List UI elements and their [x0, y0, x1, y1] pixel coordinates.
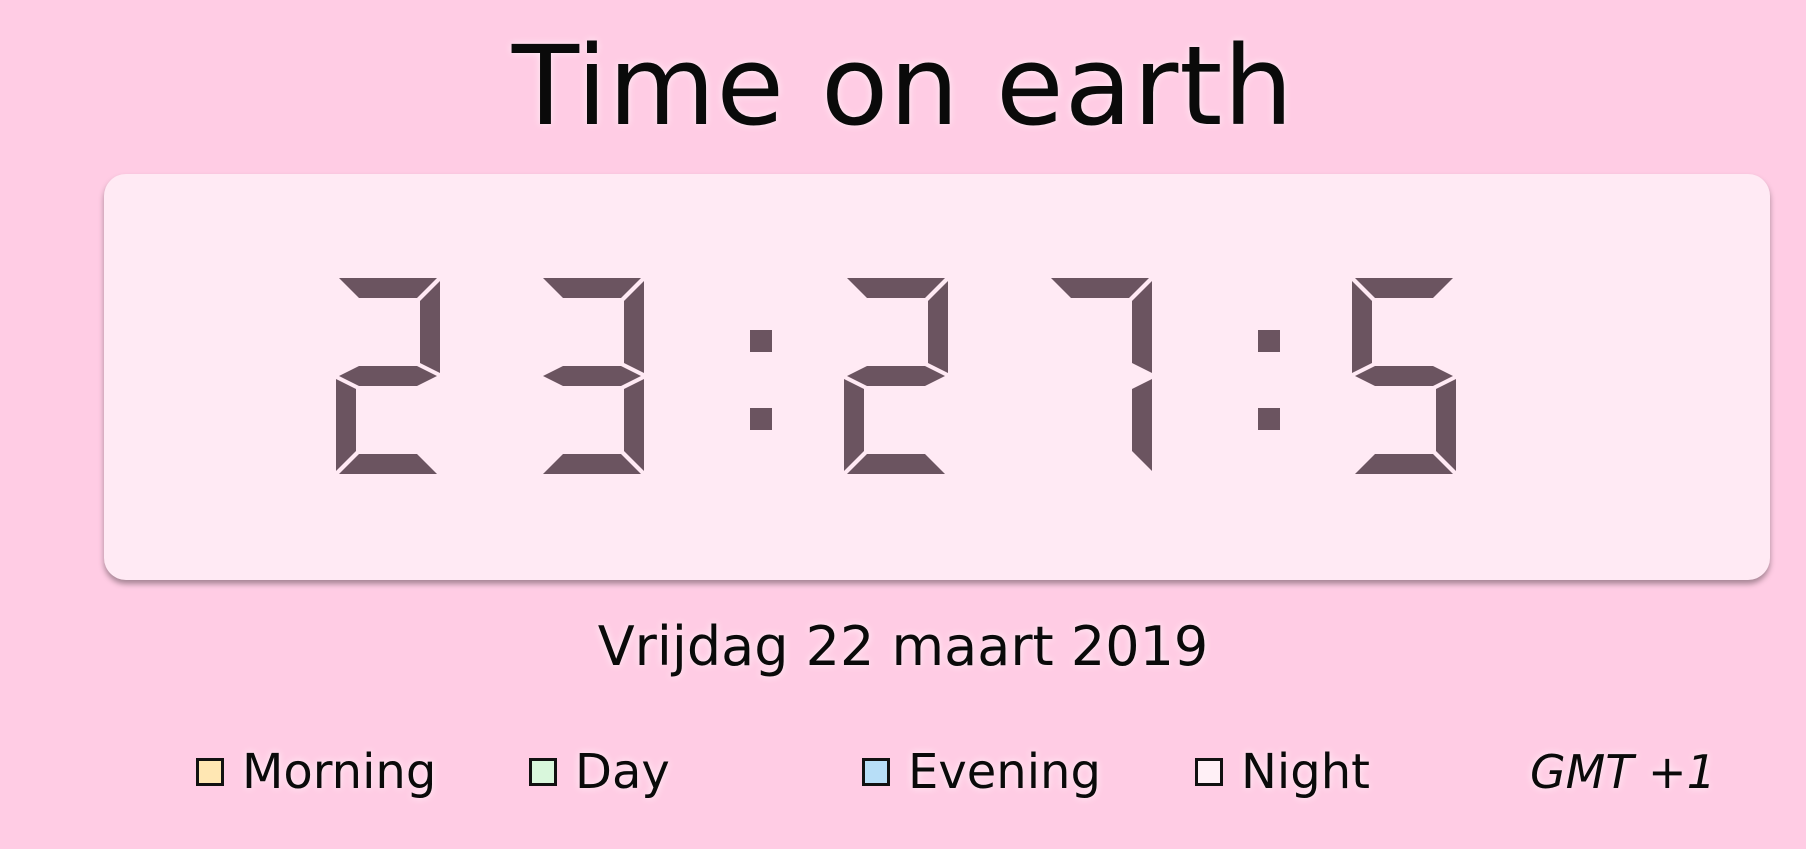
- segment-b: [624, 281, 644, 373]
- legend-label: Evening: [908, 744, 1101, 800]
- evening-swatch: [862, 758, 890, 786]
- clock-digit-2: [336, 278, 440, 474]
- segment-a: [1051, 278, 1149, 298]
- segment-d: [1355, 454, 1453, 474]
- legend-item-day: Day: [529, 742, 670, 802]
- segment-d: [543, 454, 641, 474]
- morning-swatch: [196, 758, 224, 786]
- colon-dot: [1258, 330, 1280, 352]
- segment-d: [339, 454, 437, 474]
- segment-f: [1352, 281, 1372, 373]
- segment-d: [847, 454, 945, 474]
- colon-dot: [750, 408, 772, 430]
- segment-a: [339, 278, 437, 298]
- legend-label: Day: [575, 744, 670, 800]
- clock-digit-7: [1051, 278, 1152, 471]
- segment-c: [624, 379, 644, 471]
- segment-e: [336, 379, 356, 471]
- day-swatch: [529, 758, 557, 786]
- segment-e: [844, 379, 864, 471]
- date-label: Vrijdag 22 maart 2019: [597, 615, 1209, 678]
- colon-dot: [1258, 408, 1280, 430]
- segment-a: [1355, 278, 1453, 298]
- clock-digit-2: [844, 278, 948, 474]
- segment-c: [1132, 379, 1152, 471]
- colon-dot: [750, 330, 772, 352]
- legend-item-night: Night: [1195, 742, 1370, 802]
- legend-label: Morning: [242, 744, 437, 800]
- segment-g: [339, 366, 437, 386]
- segment-b: [420, 281, 440, 373]
- segment-g: [847, 366, 945, 386]
- clock-digit-3: [543, 278, 644, 474]
- night-swatch: [1195, 758, 1223, 786]
- segment-a: [543, 278, 641, 298]
- legend-label: Night: [1241, 744, 1370, 800]
- legend-item-evening: Evening: [862, 742, 1101, 802]
- segment-a: [847, 278, 945, 298]
- seven-segment-clock: [336, 278, 1456, 474]
- clock-digit-5: [1352, 278, 1456, 474]
- clock-display: [104, 174, 1770, 580]
- segment-c: [1436, 379, 1456, 471]
- timezone-label: GMT +1: [1530, 745, 1716, 799]
- segment-g: [1355, 366, 1453, 386]
- page-title: Time on earth: [511, 22, 1295, 150]
- segment-b: [1132, 281, 1152, 373]
- legend-item-morning: Morning: [196, 742, 436, 802]
- segment-g: [543, 366, 641, 386]
- segment-b: [928, 281, 948, 373]
